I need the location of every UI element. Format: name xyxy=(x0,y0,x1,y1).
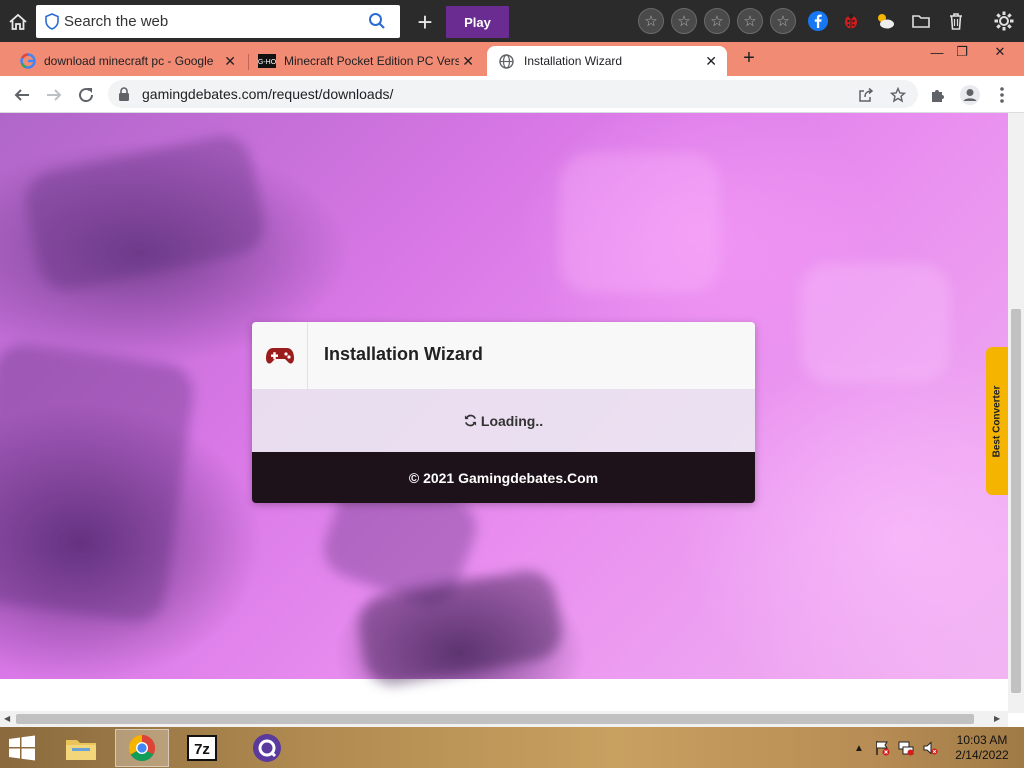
url-text[interactable]: gamingdebates.com/request/downloads/ xyxy=(142,86,393,102)
windows-start-icon[interactable] xyxy=(8,735,38,761)
volume-muted-icon[interactable] xyxy=(921,740,939,756)
show-hidden-icons[interactable]: ▲ xyxy=(850,740,868,756)
tab-title: Installation Wizard xyxy=(524,54,623,68)
svg-text:G-HO: G-HO xyxy=(258,59,276,66)
refresh-spinner-icon xyxy=(464,414,477,427)
page-viewport: Installation Wizard Loading.. © 2021 Gam… xyxy=(0,113,1008,713)
vertical-scroll-thumb[interactable] xyxy=(1011,309,1021,693)
tab-minecraft-pe[interactable]: G-HO Minecraft Pocket Edition PC Vers ✕ xyxy=(252,46,484,76)
background-shape xyxy=(0,340,198,626)
facebook-icon[interactable] xyxy=(806,9,830,33)
home-icon[interactable] xyxy=(4,8,32,36)
tab-divider xyxy=(248,54,249,70)
wizard-title: Installation Wizard xyxy=(324,344,483,364)
reload-icon[interactable] xyxy=(74,83,98,107)
omnibox[interactable]: gamingdebates.com/request/downloads/ xyxy=(108,80,918,108)
copyright-text: © 2021 Gamingdebates.Com xyxy=(408,469,599,486)
best-converter-side-tab[interactable]: Best Converter xyxy=(986,347,1008,495)
close-icon[interactable]: ✕ xyxy=(224,53,236,70)
quick-assist-icon[interactable] xyxy=(240,729,294,767)
clock-date: 2/14/2022 xyxy=(955,748,1009,762)
background-shape xyxy=(20,130,270,296)
taskbar: 7z ▲ 10:03 AM 2/14/2022 xyxy=(0,727,1024,768)
chrome-taskbar-icon[interactable] xyxy=(115,729,169,767)
extensions-icon[interactable] xyxy=(926,83,950,107)
trash-icon[interactable] xyxy=(944,9,968,33)
file-explorer-icon[interactable] xyxy=(54,729,108,767)
star-icon[interactable]: ☆ xyxy=(770,8,796,34)
background-shape xyxy=(560,153,720,293)
close-icon[interactable]: ✕ xyxy=(462,53,474,70)
close-icon[interactable]: ✕ xyxy=(705,53,717,70)
top-toolbar: Search the web + Play ☆ ☆ ☆ ☆ ☆ xyxy=(0,0,1024,42)
action-center-flag-icon[interactable] xyxy=(873,740,891,756)
play-button[interactable]: Play xyxy=(446,6,509,38)
scroll-right-icon[interactable]: ▶ xyxy=(994,714,1000,723)
folder-icon[interactable] xyxy=(909,9,933,33)
gear-icon[interactable] xyxy=(992,9,1016,33)
star-icon[interactable]: ☆ xyxy=(638,8,664,34)
profile-icon[interactable] xyxy=(958,83,982,107)
tab-installation-wizard[interactable]: Installation Wizard ✕ xyxy=(487,46,727,76)
restore-icon[interactable]: ❐ xyxy=(947,43,977,61)
google-icon xyxy=(20,53,36,69)
background-shape xyxy=(800,263,950,383)
bookmark-star-icon[interactable] xyxy=(888,85,908,105)
svg-text:7z: 7z xyxy=(194,741,210,758)
search-icon[interactable] xyxy=(368,12,386,35)
site-icon: G-HO xyxy=(258,54,276,68)
scroll-left-icon[interactable]: ◀ xyxy=(4,714,10,723)
lock-icon[interactable] xyxy=(118,87,130,106)
address-bar: gamingdebates.com/request/downloads/ xyxy=(0,76,1024,113)
horizontal-scrollbar[interactable]: ◀ ▶ xyxy=(0,711,1008,727)
7zip-icon[interactable]: 7z xyxy=(175,729,229,767)
star-icon[interactable]: ☆ xyxy=(737,8,763,34)
add-icon[interactable]: + xyxy=(410,7,440,37)
menu-kebab-icon[interactable] xyxy=(990,83,1014,107)
ladybug-icon[interactable] xyxy=(839,9,863,33)
clock-time: 10:03 AM xyxy=(956,733,1008,747)
share-icon[interactable] xyxy=(856,85,876,105)
tab-strip: download minecraft pc - Google ✕ G-HO Mi… xyxy=(0,42,1024,76)
window-close-icon[interactable]: ✕ xyxy=(985,43,1015,61)
installation-wizard-card: Installation Wizard Loading.. © 2021 Gam… xyxy=(252,322,755,503)
tab-title: Minecraft Pocket Edition PC Vers xyxy=(284,54,459,68)
weather-icon[interactable] xyxy=(873,9,897,33)
web-search-box[interactable]: Search the web xyxy=(36,5,400,38)
back-icon[interactable] xyxy=(10,83,34,107)
side-tab-label: Best Converter xyxy=(991,385,1003,457)
star-icon[interactable]: ☆ xyxy=(704,8,730,34)
loading-text: Loading.. xyxy=(480,412,544,429)
new-tab-button[interactable]: + xyxy=(738,47,760,69)
wizard-footer: © 2021 Gamingdebates.Com xyxy=(252,452,755,503)
forward-icon[interactable] xyxy=(42,83,66,107)
star-icon[interactable]: ☆ xyxy=(671,8,697,34)
wizard-header: Installation Wizard xyxy=(252,322,755,389)
globe-icon xyxy=(499,53,514,69)
gamepad-icon xyxy=(265,347,295,365)
tab-google-search[interactable]: download minecraft pc - Google ✕ xyxy=(14,46,246,76)
wizard-icon-box xyxy=(252,322,308,389)
network-icon[interactable] xyxy=(897,740,915,756)
search-input[interactable]: Search the web xyxy=(64,13,168,30)
wizard-body: Loading.. xyxy=(252,389,755,452)
vertical-scrollbar[interactable] xyxy=(1008,113,1024,713)
tab-title: download minecraft pc - Google xyxy=(44,54,214,68)
horizontal-scroll-thumb[interactable] xyxy=(16,714,974,724)
shield-icon xyxy=(44,13,60,35)
system-clock[interactable]: 10:03 AM 2/14/2022 xyxy=(950,733,1014,763)
